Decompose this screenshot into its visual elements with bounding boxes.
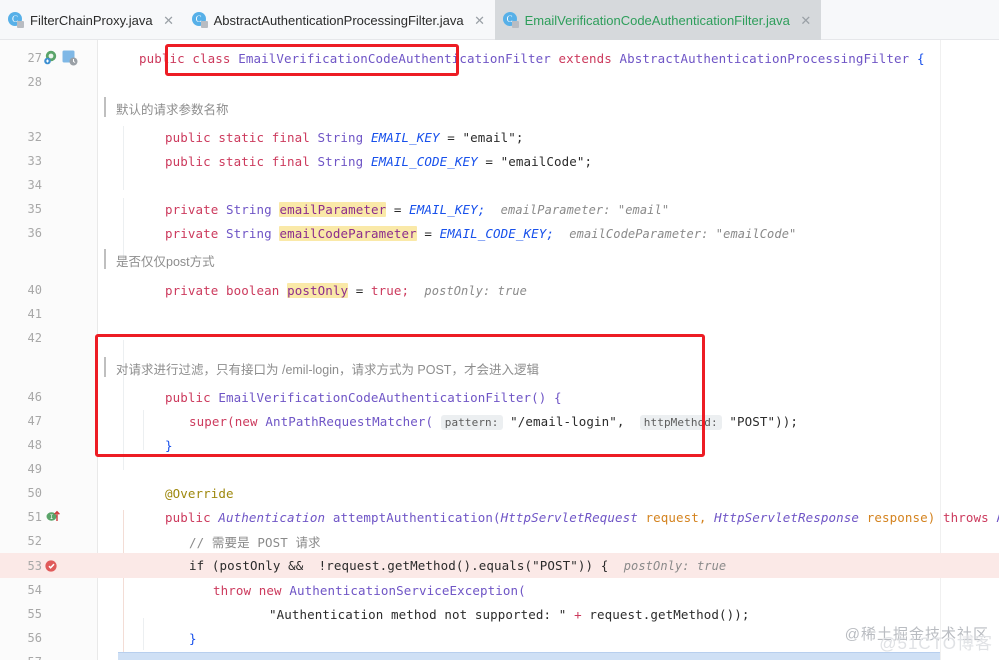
modifiers: public static final — [165, 153, 310, 169]
line-number: 47 — [27, 414, 42, 428]
inlay-hint-httpmethod: httpMethod: — [639, 414, 722, 430]
assign-operator: = — [485, 153, 493, 169]
class-implemented-icon[interactable] — [44, 50, 60, 66]
line-number: 28 — [27, 75, 42, 89]
method-name: attemptAuthentication( — [332, 509, 501, 525]
close-brace: } — [189, 630, 197, 646]
string-literal: "emailCode"; — [500, 153, 593, 169]
line-number: 42 — [27, 331, 42, 345]
code-line-42[interactable]: 42 — [0, 326, 999, 350]
field-name: emailCodeParameter — [279, 225, 417, 241]
inlay-hint: emailCodeParameter: "emailCode" — [569, 226, 797, 241]
type-name: String — [317, 153, 364, 169]
class-name: EmailVerificationCodeAuthenticationFilte… — [238, 50, 551, 66]
code-editor[interactable]: 27 public class EmailVerificationCodeAut… — [0, 40, 999, 660]
line-number: 48 — [27, 438, 42, 452]
code-line-27[interactable]: 27 public class EmailVerificationCodeAut… — [0, 46, 999, 70]
close-icon[interactable]: ✕ — [474, 14, 486, 27]
open-brace: { — [916, 50, 925, 66]
line-number: 36 — [27, 226, 42, 240]
superclass-name: AbstractAuthenticationProcessingFilter — [619, 50, 910, 66]
matcher-class: AntPathRequestMatcher( — [265, 413, 434, 429]
pattern-value: "/email-login", — [510, 413, 625, 429]
close-brace: } — [165, 437, 173, 453]
constant-name: EMAIL_CODE_KEY — [370, 153, 478, 169]
code-line-40[interactable]: 40 private boolean postOnly = true; post… — [0, 278, 999, 302]
close-icon[interactable]: ✕ — [163, 14, 175, 27]
line-number: 53 — [27, 558, 42, 573]
field-name: postOnly — [287, 282, 349, 298]
breakpoint-icon[interactable] — [44, 558, 60, 574]
param-type-1: HttpServletRequest — [500, 509, 638, 525]
modifier: private — [165, 225, 219, 241]
bean-icon[interactable] — [62, 50, 78, 66]
inlay-hint: postOnly: true — [424, 283, 527, 298]
overriding-method-icon[interactable]: I — [46, 509, 62, 525]
java-class-icon: C — [191, 12, 208, 28]
super-call: super( — [189, 413, 235, 429]
code-line-28[interactable]: 28 — [0, 70, 999, 94]
httpmethod-value: "POST")); — [729, 413, 799, 429]
param-name-1: request, — [645, 509, 707, 525]
line-number: 40 — [27, 283, 42, 297]
line-number: 52 — [27, 534, 42, 548]
line-number: 51 — [27, 510, 42, 524]
close-icon[interactable]: ✕ — [800, 14, 812, 27]
code-line-36[interactable]: 36 private String emailCodeParameter = E… — [0, 221, 999, 245]
inlay-hint-pattern: pattern: — [440, 414, 503, 430]
keyword-public: public — [139, 50, 185, 66]
line-number: 34 — [27, 178, 42, 192]
keyword-throws: throws — [942, 509, 989, 525]
param-name-2: response) — [866, 509, 936, 525]
line-number: 50 — [27, 486, 42, 500]
inlay-hint: postOnly: true — [623, 559, 727, 573]
line-number: 54 — [27, 583, 42, 597]
keyword-new: new — [234, 413, 258, 429]
line-number: 33 — [27, 154, 42, 168]
ide-window: C FilterChainProxy.java ✕ C AbstractAuth… — [0, 0, 999, 660]
keyword-extends: extends — [558, 50, 612, 66]
type-name: String — [226, 225, 272, 241]
line-number: 32 — [27, 130, 42, 144]
comment-bar — [104, 249, 106, 269]
line-number: 49 — [27, 462, 42, 476]
editor-tab-bar: C FilterChainProxy.java ✕ C AbstractAuth… — [0, 0, 999, 40]
keyword-class: class — [192, 50, 231, 66]
line-number: 27 — [27, 51, 42, 65]
concat-operator: + — [574, 606, 582, 622]
code-line-57[interactable]: 57 — [0, 650, 999, 660]
tab-label: FilterChainProxy.java — [30, 12, 153, 28]
code-line-41[interactable]: 41 — [0, 302, 999, 326]
java-class-icon: C — [502, 12, 519, 28]
line-number: 56 — [27, 631, 42, 645]
line-number: 57 — [0, 655, 42, 660]
method-expression: request.getMethod()); — [589, 606, 750, 622]
param-type-2: HttpServletResponse — [714, 509, 860, 525]
modifier: private — [165, 282, 219, 298]
constant-ref: EMAIL_CODE_KEY; — [439, 225, 555, 241]
assign-operator: = — [424, 225, 432, 241]
tab-label: AbstractAuthenticationProcessingFilter.j… — [213, 12, 464, 28]
tab-filterchainproxy[interactable]: C FilterChainProxy.java ✕ — [0, 0, 184, 40]
string-literal: "Authentication method not supported: " — [269, 606, 567, 622]
boolean-literal: true; — [371, 282, 410, 298]
line-number: 35 — [27, 202, 42, 216]
line-number: 55 — [27, 607, 42, 621]
line-number: 41 — [27, 307, 42, 321]
watermark-51cto: @51CTO博客 — [879, 634, 993, 653]
tab-emailverificationcodeauthenticationfilter[interactable]: C EmailVerificationCodeAuthenticationFil… — [494, 0, 821, 40]
code-line-48[interactable]: 48 } — [0, 433, 999, 457]
tab-abstractauthenticationprocessingfilter[interactable]: C AbstractAuthenticationProcessingFilter… — [184, 0, 495, 40]
svg-text:I: I — [50, 514, 54, 521]
java-class-icon: C — [8, 12, 24, 28]
tab-label: EmailVerificationCodeAuthenticationFilte… — [524, 12, 790, 28]
code-line-33[interactable]: 33 public static final String EMAIL_CODE… — [0, 149, 999, 173]
type-name: boolean — [226, 282, 280, 298]
line-number: 46 — [27, 390, 42, 404]
